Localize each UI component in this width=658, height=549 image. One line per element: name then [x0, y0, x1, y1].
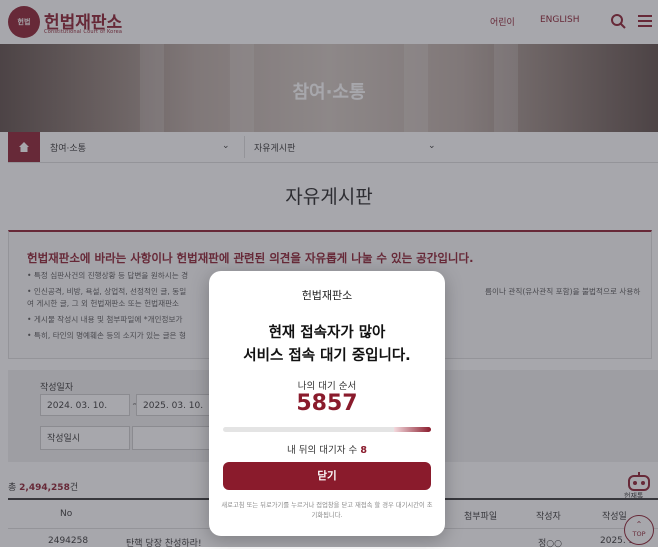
dialog-message-line1: 현재 접속자가 많아 — [268, 325, 386, 341]
queue-number: 5857 — [296, 391, 358, 416]
dialog-org: 헌법재판소 — [301, 289, 353, 302]
dialog-message-line2: 서비스 접속 대기 중입니다. — [243, 348, 411, 364]
dialog-note: 새로고침 또는 뒤로가기를 누르거나 접업창을 닫고 재접속 할 경우 대기시간… — [221, 502, 433, 519]
close-button[interactable]: 닫기 — [223, 462, 431, 490]
behind-count: 내 뒤의 대기자 수 8 — [287, 445, 367, 456]
queue-progress-bar — [223, 427, 431, 432]
queue-progress-fill — [393, 427, 431, 432]
queue-label: 나의 대기 순서 — [297, 381, 357, 392]
waiting-queue-dialog: 헌법재판소 현재 접속자가 많아 서비스 접속 대기 중입니다. 나의 대기 순… — [209, 271, 445, 536]
